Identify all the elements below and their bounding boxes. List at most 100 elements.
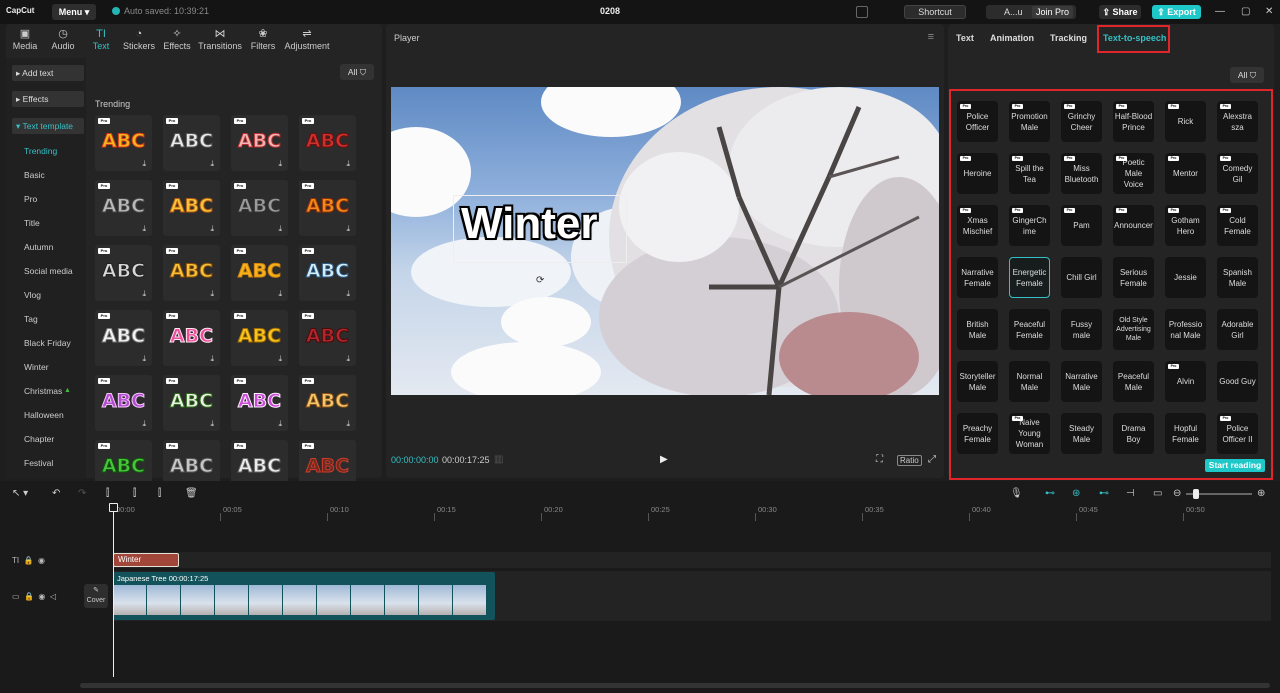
text-template-item[interactable]: Pro ABC ⤓ xyxy=(95,310,152,366)
caption-icon[interactable]: ▭ xyxy=(1153,488,1162,499)
download-icon[interactable]: ⤓ xyxy=(210,224,214,234)
download-icon[interactable]: ⤓ xyxy=(142,289,146,299)
voice-option[interactable]: Pro Police Officer xyxy=(957,101,998,142)
voice-option[interactable]: Chill Girl xyxy=(1061,257,1102,298)
minimize-icon[interactable]: — xyxy=(1215,6,1225,17)
download-icon[interactable]: ⤓ xyxy=(142,354,146,364)
voice-option[interactable]: Pro Alexstra sza xyxy=(1217,101,1258,142)
subcategory-halloween[interactable]: Halloween xyxy=(24,410,64,420)
text-template-item[interactable]: Pro ABC ⤓ xyxy=(299,310,356,366)
text-template-item[interactable]: Pro ABC ⤓ xyxy=(299,180,356,236)
voice-option[interactable]: Pro Gotham Hero xyxy=(1165,205,1206,246)
split-icon[interactable]: ⫿ xyxy=(106,488,109,499)
align-icon[interactable]: ⊣ xyxy=(1126,488,1135,499)
subcategory-winter[interactable]: Winter xyxy=(24,362,49,372)
voice-option[interactable]: Adorable Girl xyxy=(1217,309,1258,350)
subcategory-black-friday[interactable]: Black Friday xyxy=(24,338,71,348)
voice-option[interactable]: Pro GingerCh ime xyxy=(1009,205,1050,246)
voice-option[interactable]: Pro Police Officer II xyxy=(1217,413,1258,454)
download-icon[interactable]: ⤓ xyxy=(278,159,282,169)
magnet-icon[interactable]: ⊷ xyxy=(1045,488,1055,499)
template-filter-button[interactable]: All ⛉ xyxy=(340,64,374,80)
tab-stickers[interactable]: ◔ Stickers xyxy=(120,24,158,54)
voice-filter-button[interactable]: All ⛉ xyxy=(1230,67,1264,83)
subcategory-tag[interactable]: Tag xyxy=(24,314,38,324)
overlay-text[interactable]: Winter xyxy=(461,199,598,249)
delete-icon[interactable]: 🗑 xyxy=(185,488,198,499)
tab-transitions[interactable]: ⋈ Transitions xyxy=(196,24,244,54)
text-template-item[interactable]: Pro ABC ⤓ xyxy=(231,115,288,171)
subcategory-autumn[interactable]: Autumn xyxy=(24,242,53,252)
voice-option[interactable]: Spanish Male xyxy=(1217,257,1258,298)
download-icon[interactable]: ⤓ xyxy=(278,354,282,364)
voice-option[interactable]: Pro Pam xyxy=(1061,205,1102,246)
voice-option[interactable]: Pro Poetic Male Voice xyxy=(1113,153,1154,194)
voice-option[interactable]: Pro Cold Female xyxy=(1217,205,1258,246)
text-template-item[interactable]: Pro ABC ⤓ xyxy=(163,115,220,171)
download-icon[interactable]: ⤓ xyxy=(346,354,350,364)
split-right-icon[interactable]: ⫿ xyxy=(158,488,161,499)
zoom-out-icon[interactable]: ⊖ xyxy=(1173,488,1181,499)
cover-button[interactable]: ✎ Cover xyxy=(84,584,108,608)
share-button[interactable]: ⇪ Share xyxy=(1099,5,1141,19)
shortcut-button[interactable]: Shortcut xyxy=(904,5,966,19)
text-template-item[interactable]: Pro ABC ⤓ xyxy=(163,310,220,366)
voice-option[interactable]: Pro Grinchy Cheer xyxy=(1061,101,1102,142)
subcategory-basic[interactable]: Basic xyxy=(24,170,45,180)
voice-option[interactable]: British Male xyxy=(957,309,998,350)
zoom-slider-handle[interactable] xyxy=(1193,489,1199,499)
voice-option[interactable]: Pro Half-Blood Prince xyxy=(1113,101,1154,142)
maximize-icon[interactable]: ▢ xyxy=(1241,6,1250,17)
download-icon[interactable]: ⤓ xyxy=(278,419,282,429)
text-template-item[interactable]: Pro ABC ⤓ xyxy=(95,375,152,431)
tab-text[interactable]: TI Text xyxy=(82,24,120,54)
voice-option[interactable]: Preachy Female xyxy=(957,413,998,454)
download-icon[interactable]: ⤓ xyxy=(346,419,350,429)
subcategory-christmas[interactable]: Christmas xyxy=(24,386,62,396)
voice-option[interactable]: Pro Mentor xyxy=(1165,153,1206,194)
download-icon[interactable]: ⤓ xyxy=(210,354,214,364)
layout-icon[interactable] xyxy=(856,6,868,18)
text-template-item[interactable]: Pro ABC ⤓ xyxy=(231,180,288,236)
voice-option[interactable]: Pro Naive Young Woman xyxy=(1009,413,1050,454)
voice-option[interactable]: Fussy male xyxy=(1061,309,1102,350)
subcategory-social-media[interactable]: Social media xyxy=(24,266,73,276)
text-template-item[interactable]: Pro ABC ⤓ xyxy=(231,310,288,366)
redo-icon[interactable]: ↷ xyxy=(78,488,86,499)
join-pro-button[interactable]: Join Pro xyxy=(1031,6,1073,18)
tab-text[interactable]: Text xyxy=(956,33,974,43)
effects-category[interactable]: ▸ Effects xyxy=(12,91,84,107)
download-icon[interactable]: ⤓ xyxy=(142,224,146,234)
video-clip[interactable]: Japanese Tree 00:00:17:25 xyxy=(113,572,495,620)
ratio-button[interactable]: Ratio xyxy=(897,455,922,466)
voice-option[interactable]: Normal Male xyxy=(1009,361,1050,402)
split-left-icon[interactable]: ⫿ xyxy=(133,488,136,499)
subcategory-title[interactable]: Title xyxy=(24,218,40,228)
link-icon[interactable]: ⊛ xyxy=(1072,488,1080,499)
zoom-in-icon[interactable]: ⊕ xyxy=(1257,488,1265,499)
subcategory-trending[interactable]: Trending xyxy=(24,146,57,156)
subcategory-pro[interactable]: Pro xyxy=(24,194,37,204)
video-preview[interactable]: Winter ⟳ xyxy=(391,87,939,395)
tab-tracking[interactable]: Tracking xyxy=(1050,33,1087,43)
text-template-item[interactable]: Pro ABC ⤓ xyxy=(231,245,288,301)
select-tool-icon[interactable]: ↖ ▾ xyxy=(12,488,28,499)
download-icon[interactable]: ⤓ xyxy=(210,159,214,169)
playhead-handle[interactable] xyxy=(109,503,118,512)
voice-option[interactable]: Pro Alvin xyxy=(1165,361,1206,402)
voice-option[interactable]: Professio nal Male xyxy=(1165,309,1206,350)
voice-option[interactable]: Pro Xmas Mischief xyxy=(957,205,998,246)
text-template-item[interactable]: Pro ABC ⤓ xyxy=(299,245,356,301)
text-clip[interactable]: Winter xyxy=(113,553,179,567)
voice-option[interactable]: Pro Announcer xyxy=(1113,205,1154,246)
text-template-category[interactable]: ▾ Text template xyxy=(12,118,84,134)
voice-option[interactable]: Good Guy xyxy=(1217,361,1258,402)
play-icon[interactable]: ▶ xyxy=(660,454,668,465)
voice-option[interactable]: Pro Spill the Tea xyxy=(1009,153,1050,194)
voice-option[interactable]: Storyteller Male xyxy=(957,361,998,402)
text-template-item[interactable]: Pro ABC ⤓ xyxy=(95,115,152,171)
download-icon[interactable]: ⤓ xyxy=(278,289,282,299)
download-icon[interactable]: ⤓ xyxy=(210,419,214,429)
text-template-item[interactable]: Pro ABC ⤓ xyxy=(163,180,220,236)
voice-option[interactable]: Pro Heroine xyxy=(957,153,998,194)
